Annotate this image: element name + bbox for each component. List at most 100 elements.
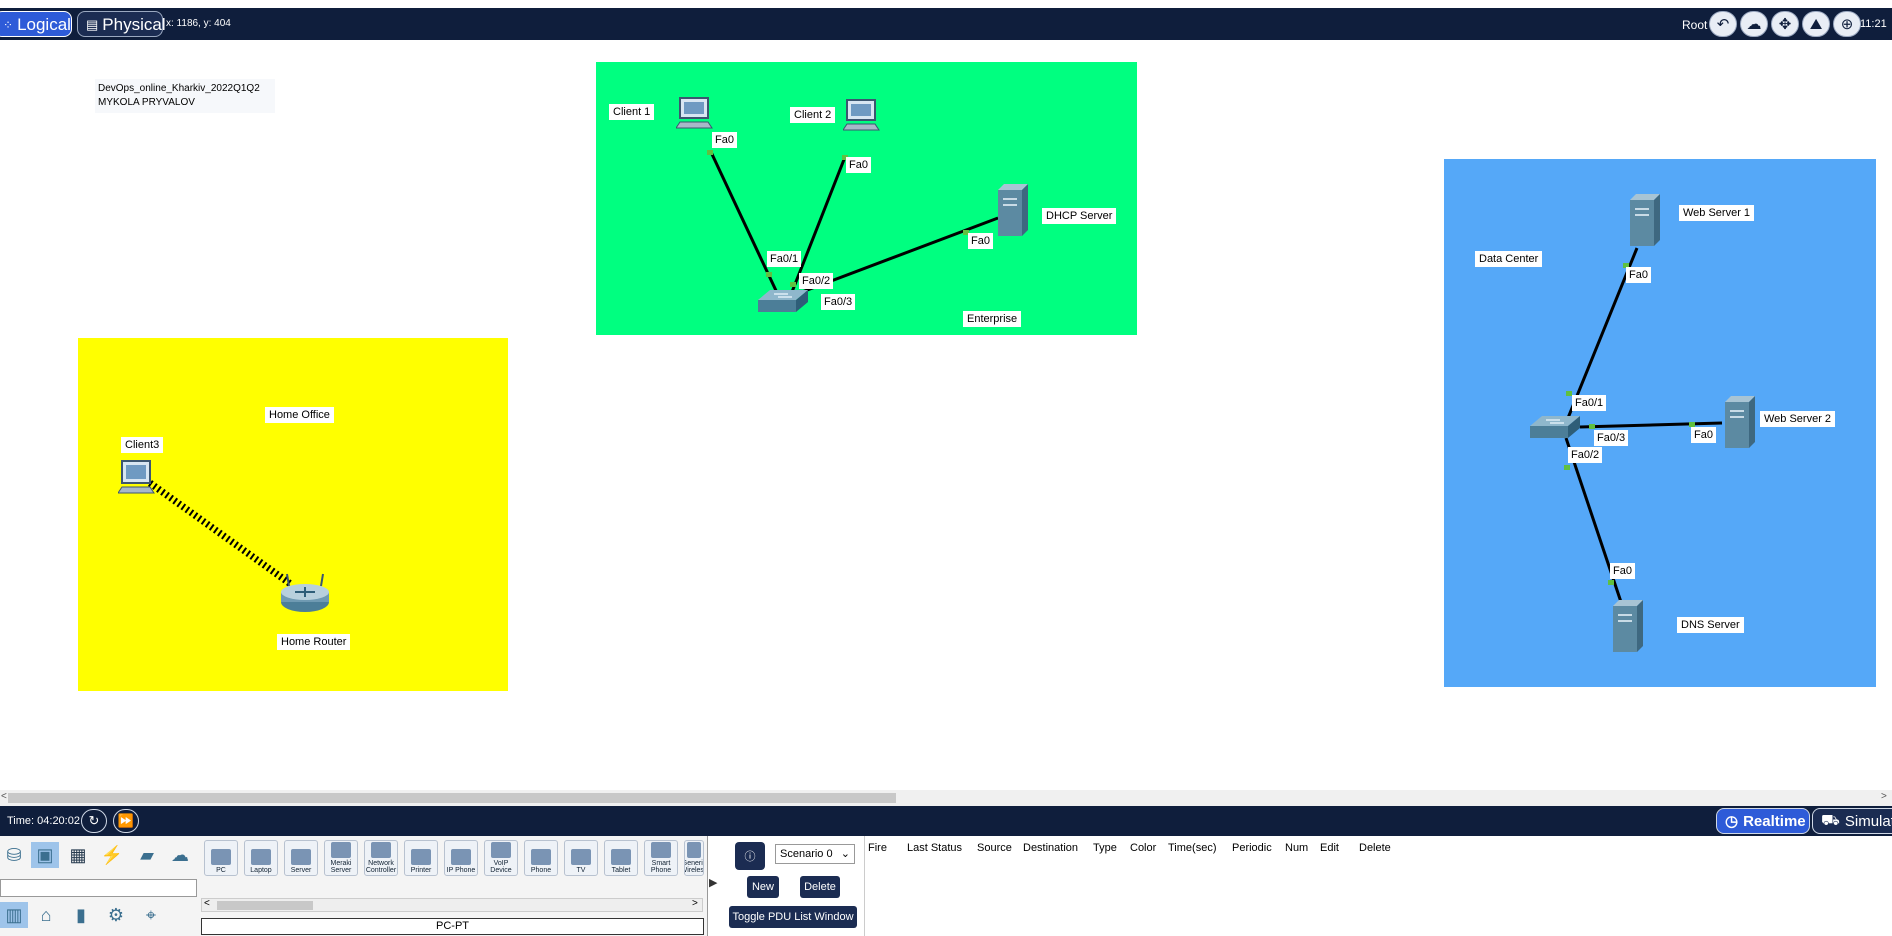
home-subcategory-icon[interactable]: ⌂ (32, 902, 60, 928)
port-label: Fa0/1 (1572, 395, 1607, 411)
scroll-left-icon[interactable]: < (204, 898, 210, 909)
device-list-scroll[interactable]: < > (201, 898, 703, 912)
misc-icon[interactable]: ▰ (133, 842, 161, 868)
viewport-icon[interactable]: ⊕ (1833, 11, 1861, 37)
info-icon[interactable]: ⓘ (735, 842, 765, 870)
tile-voip-device[interactable]: VoIP Device (484, 840, 518, 876)
tile-meraki-server[interactable]: Meraki Server (324, 840, 358, 876)
client3-label[interactable]: Client3 (121, 437, 164, 453)
note-line-1: DevOps_online_Kharkiv_2022Q1Q2 (98, 83, 260, 94)
port-label: Fa0 (846, 157, 871, 173)
web-server-1-icon[interactable] (1630, 194, 1662, 248)
col-type: Type (1093, 842, 1117, 854)
smartphone-tile-icon (651, 842, 671, 858)
tile-generic-wireless[interactable]: Generic Wireless (684, 840, 704, 876)
datacenter-switch-icon[interactable] (1530, 414, 1580, 442)
tv-tile-icon (571, 849, 591, 865)
tablet-tile-icon (611, 849, 631, 865)
new-scenario-button[interactable]: New (747, 876, 779, 898)
device-scroll-thumb[interactable] (217, 901, 313, 910)
client2-label[interactable]: Client 2 (790, 107, 836, 123)
connections-icon[interactable]: ⚡ (98, 842, 126, 868)
web-server-2-icon[interactable] (1725, 396, 1757, 450)
dns-label[interactable]: DNS Server (1677, 617, 1744, 633)
logical-workspace[interactable]: DevOps_online_Kharkiv_2022Q1Q2 MYKOLA PR… (0, 40, 1892, 790)
category-search[interactable] (0, 879, 197, 897)
col-periodic: Periodic (1232, 842, 1272, 854)
client1-label[interactable]: Client 1 (609, 104, 655, 120)
dhcp-label[interactable]: DHCP Server (1042, 208, 1117, 224)
tile-ip-phone[interactable]: IP Phone (444, 840, 478, 876)
background-image-icon[interactable]: ⛰ (1802, 11, 1830, 37)
network-devices-icon[interactable]: ⛁ (0, 842, 28, 868)
tile-network-controller[interactable]: Network Controller (364, 840, 398, 876)
ip-phone-tile-icon (451, 849, 471, 865)
power-cycle-icon[interactable]: ↻ (81, 809, 107, 833)
port-label: Fa0/2 (799, 273, 834, 289)
phone-tile-icon (531, 849, 551, 865)
dhcp-server-icon[interactable] (998, 184, 1030, 238)
col-source: Source (977, 842, 1012, 854)
home-office-label[interactable]: Home Office (265, 407, 334, 423)
tile-phone[interactable]: Phone (524, 840, 558, 876)
tile-tv[interactable]: TV (564, 840, 598, 876)
tile-label: Server (290, 867, 312, 874)
scenario-select[interactable]: Scenario 0 ⌄ (775, 844, 855, 864)
realtime-label: Realtime (1743, 812, 1806, 830)
realtime-button[interactable]: ◷ Realtime (1716, 808, 1810, 834)
industrial-icon[interactable]: ⚙ (102, 902, 130, 928)
power-grid-icon[interactable]: ⌖ (137, 902, 165, 928)
end-devices-icon[interactable]: ▣ (31, 842, 59, 868)
delete-scenario-button[interactable]: Delete (800, 876, 840, 898)
logical-view-button[interactable]: ⁘ Logical (0, 11, 72, 37)
tile-printer[interactable]: Printer (404, 840, 438, 876)
port-label: Fa0/1 (767, 251, 802, 267)
enterprise-label[interactable]: Enterprise (963, 311, 1022, 327)
cloud-icon[interactable]: ☁ (1740, 11, 1768, 37)
data-center-label[interactable]: Data Center (1475, 251, 1543, 267)
col-delete: Delete (1359, 842, 1391, 854)
multiuser-icon[interactable]: ☁ (166, 842, 194, 868)
controller-tile-icon (371, 842, 391, 858)
time-bar: Time: 04:20:02 ↻ ⏩ ◷ Realtime ⛟ Simulati… (0, 806, 1892, 836)
tile-laptop[interactable]: Laptop (244, 840, 278, 876)
move-icon[interactable]: ✥ (1771, 11, 1799, 37)
simulation-button[interactable]: ⛟ Simulation (1812, 808, 1892, 834)
toggle-pdu-list-button[interactable]: Toggle PDU List Window (729, 906, 857, 928)
fast-forward-icon[interactable]: ⏩ (113, 809, 139, 833)
top-toolbar: ⁘ Logical ▤ Physical x: 1186, y: 404 Roo… (0, 8, 1892, 40)
tile-smart-phone[interactable]: Smart Phone (644, 840, 678, 876)
port-label: Fa0/3 (821, 294, 856, 310)
tile-pc[interactable]: PC (204, 840, 238, 876)
hscroll-thumb[interactable] (8, 793, 896, 803)
collapse-panel-icon[interactable]: ▶ (709, 876, 717, 889)
tile-server[interactable]: Server (284, 840, 318, 876)
web2-label[interactable]: Web Server 2 (1760, 411, 1836, 427)
home-router-label[interactable]: Home Router (277, 634, 351, 650)
smart-city-icon[interactable]: ▮ (67, 902, 95, 928)
client1-pc-icon[interactable] (676, 96, 716, 132)
time-label: Time: 04:20:02 (7, 815, 80, 827)
scroll-right-icon[interactable]: > (692, 898, 698, 909)
workspace-hscroll[interactable]: < > (0, 790, 1892, 806)
tile-label: Smart Phone (650, 860, 672, 874)
components-icon[interactable]: ▦ (64, 842, 92, 868)
tile-label: Printer (410, 867, 432, 874)
tile-tablet[interactable]: Tablet (604, 840, 638, 876)
enterprise-switch-icon[interactable] (758, 288, 808, 316)
home-router-icon[interactable] (279, 572, 331, 614)
client2-pc-icon[interactable] (843, 98, 883, 134)
pc-subcategory-icon[interactable]: ▥ (0, 902, 28, 928)
logical-label: Logical (17, 15, 71, 34)
back-icon[interactable]: ↶ (1709, 11, 1737, 37)
physical-icon: ▤ (86, 17, 99, 32)
scroll-right-icon[interactable]: > (1881, 791, 1887, 802)
port-label: Fa0 (1610, 563, 1635, 579)
scroll-left-icon[interactable]: < (1, 791, 7, 802)
dns-server-icon[interactable] (1613, 600, 1645, 654)
laptop-tile-icon (251, 849, 271, 865)
web1-label[interactable]: Web Server 1 (1679, 205, 1755, 221)
client3-pc-icon[interactable] (118, 459, 158, 497)
port-label: Fa0/2 (1568, 447, 1603, 463)
physical-view-button[interactable]: ▤ Physical (77, 11, 166, 37)
